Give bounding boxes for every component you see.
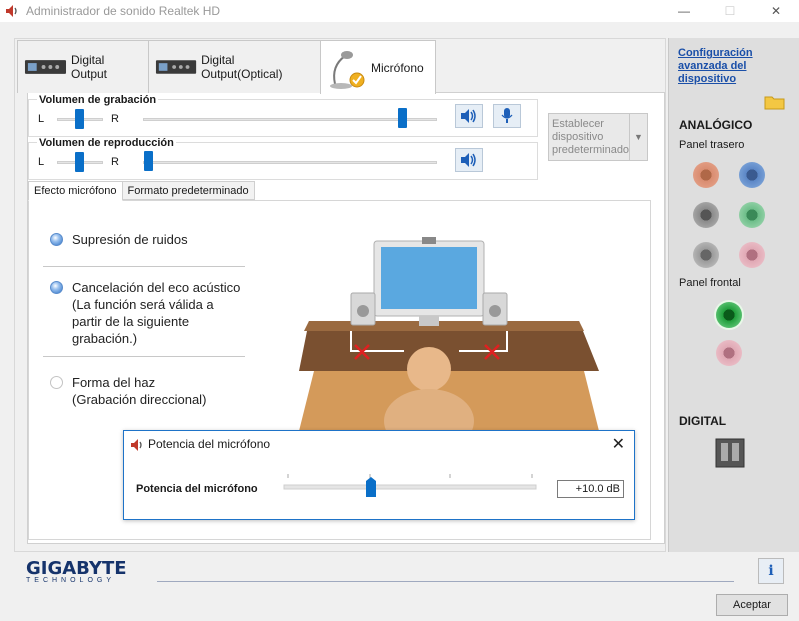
recording-microphone-button[interactable] <box>493 104 521 128</box>
microphone-icon <box>330 50 365 89</box>
speaker-icon <box>6 5 17 17</box>
option-noise-suppression[interactable]: Supresión de ruidos <box>50 231 188 248</box>
digital-output-port-icon[interactable] <box>715 438 745 468</box>
recording-volume-thumb[interactable] <box>398 108 407 128</box>
tab-label: Digital Output(Optical) <box>201 53 283 81</box>
tab-label: Digital Output <box>70 53 108 81</box>
digital-heading: DIGITAL <box>679 414 727 428</box>
maximize-button[interactable]: ☐ <box>707 0 753 22</box>
info-button[interactable]: i <box>758 558 784 584</box>
footer-divider <box>157 581 734 582</box>
playback-mute-button[interactable] <box>455 148 483 172</box>
effect-subtabs: Efecto micrófono Formato predeterminado <box>28 181 255 201</box>
close-button[interactable]: ✕ <box>753 0 799 22</box>
window-title: Administrador de sonido Realtek HD <box>26 4 221 18</box>
microphone-level-icon <box>501 108 513 123</box>
option-label: Forma del haz (Grabación direccional) <box>72 375 207 407</box>
brand-subtitle: TECHNOLOGY <box>26 577 116 584</box>
dialog-title: Potencia del micrófono <box>148 437 271 451</box>
tab-digital-output-optical[interactable]: Digital Output(Optical) <box>148 40 321 93</box>
playback-volume-thumb[interactable] <box>144 151 153 171</box>
radio-echo-cancellation[interactable] <box>50 281 63 294</box>
option-label: Cancelación del eco acústico (La función… <box>72 280 241 346</box>
rear-jack-pink[interactable] <box>739 242 765 268</box>
rear-jack-black[interactable] <box>693 242 719 268</box>
option-beam-forming[interactable]: Forma del haz (Grabación direccional) <box>50 374 206 408</box>
tab-digital-output[interactable]: Digital Output <box>17 40 149 93</box>
speaker-volume-icon <box>461 109 476 123</box>
recording-volume-group: Volumen de grabación L R <box>28 94 538 137</box>
microphone-boost-dialog: Potencia del micrófono ✕ Potencia del mi… <box>123 430 635 520</box>
gigabyte-logo: GIGABYTE TECHNOLOGY <box>26 558 127 584</box>
divider <box>43 356 245 357</box>
radio-noise-suppression[interactable] <box>50 233 63 246</box>
option-echo-cancellation[interactable]: Cancelación del eco acústico (La función… <box>50 279 240 347</box>
rear-jack-gray[interactable] <box>693 202 719 228</box>
tab-efecto-microfono[interactable]: Efecto micrófono <box>28 181 123 201</box>
analog-heading: ANALÓGICO <box>679 118 753 132</box>
mic-boost-slider[interactable] <box>282 469 542 501</box>
advanced-settings-link[interactable]: Configuración avanzada del dispositivo <box>678 47 778 86</box>
folder-icon[interactable] <box>764 93 786 111</box>
tab-microfono[interactable]: Micrófono <box>320 40 436 94</box>
tab-formato-predeterminado[interactable]: Formato predeterminado <box>121 181 255 200</box>
front-jack-pink[interactable] <box>716 340 742 366</box>
tab-label: Micrófono <box>371 60 424 75</box>
set-default-device-label: Establecer dispositivo predeterminado <box>552 118 630 156</box>
rear-jack-green[interactable] <box>739 202 765 228</box>
info-icon: i <box>768 563 774 579</box>
playback-volume-track[interactable] <box>143 161 437 164</box>
set-default-device-button[interactable]: Establecer dispositivo predeterminado ▼ <box>548 113 648 161</box>
close-icon[interactable]: ✕ <box>612 434 625 454</box>
playback-volume-group: Volumen de reproducción L R <box>28 137 538 180</box>
right-label: R <box>111 156 119 168</box>
recording-mute-button[interactable] <box>455 104 483 128</box>
front-panel-label: Panel frontal <box>679 277 741 289</box>
chevron-down-icon[interactable]: ▼ <box>629 114 647 160</box>
playback-balance-thumb[interactable] <box>75 152 84 172</box>
mic-boost-value: +10.0 dB <box>557 480 624 498</box>
connector-side-panel: Configuración avanzada del dispositivo A… <box>668 38 799 552</box>
recording-volume-title: Volumen de grabación <box>37 94 159 106</box>
right-label: R <box>111 113 119 125</box>
radio-beam-forming[interactable] <box>50 376 63 389</box>
speaker-icon <box>131 439 142 451</box>
minimize-button[interactable]: — <box>661 0 707 22</box>
mic-boost-label: Potencia del micrófono <box>136 483 258 495</box>
front-jack-green[interactable] <box>716 302 742 328</box>
left-label: L <box>38 156 45 168</box>
rear-jack-blue[interactable] <box>739 162 765 188</box>
digital-output-device-icon <box>24 60 67 74</box>
rear-jack-orange[interactable] <box>693 162 719 188</box>
title-bar: Administrador de sonido Realtek HD — ☐ ✕ <box>0 0 799 22</box>
speaker-volume-icon <box>461 153 476 167</box>
recording-balance-thumb[interactable] <box>75 109 84 129</box>
left-label: L <box>38 113 45 125</box>
playback-volume-title: Volumen de reproducción <box>37 137 176 149</box>
brand-name: GIGABYTE <box>26 558 127 579</box>
divider <box>43 266 245 267</box>
option-label: Supresión de ruidos <box>72 232 188 247</box>
recording-volume-track[interactable] <box>143 118 437 121</box>
optical-output-device-icon <box>155 60 197 74</box>
device-tabs: Digital Output Digital Output(Optical) M… <box>17 40 436 94</box>
rear-panel-label: Panel trasero <box>679 139 745 151</box>
accept-button[interactable]: Aceptar <box>716 594 788 616</box>
